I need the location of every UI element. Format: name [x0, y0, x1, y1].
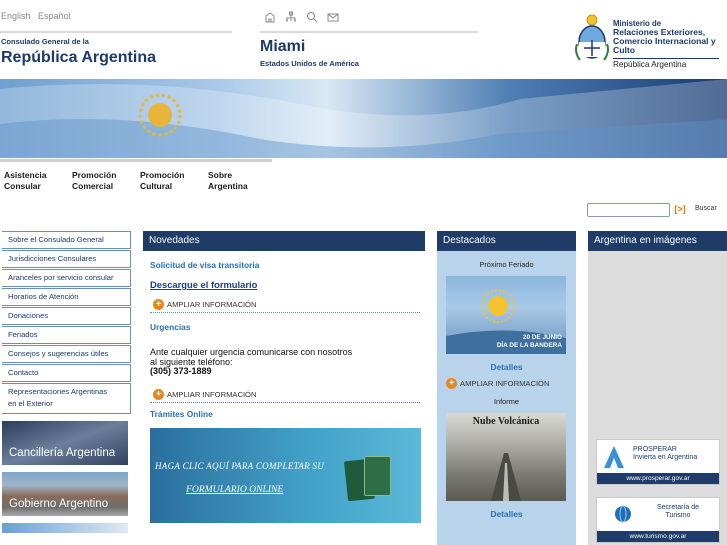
globe-icon [615, 505, 631, 523]
home-icon[interactable] [264, 11, 276, 23]
prosperar-banner[interactable]: PROSPERAR Invierta en Argentina www.prosp… [596, 439, 720, 485]
download-form-link[interactable]: Descargue el formulario [150, 279, 425, 290]
detalles-link-2[interactable]: Detalles [437, 509, 576, 519]
novedades-column: Novedades Solicitud de visa transitoria … [143, 231, 425, 523]
prosperar-url: www.prosperar.gov.ar [597, 473, 719, 484]
header-divider-left [0, 31, 232, 33]
plus-icon: + [446, 378, 457, 389]
plus-icon: + [153, 299, 164, 310]
sidebar-item-horarios[interactable]: Horarios de Atención [2, 288, 131, 306]
imagenes-heading: Argentina en imágenes [588, 231, 727, 251]
sidebar-item-consejos[interactable]: Consejos y sugerencias útiles [2, 345, 131, 363]
urgencias-subheading: Urgencias [150, 322, 191, 332]
ministry-name: Ministerio de Relaciones Exteriores, Com… [613, 19, 727, 69]
phone-number: (305) 373-1889 [150, 366, 212, 377]
search-icon[interactable] [306, 11, 318, 23]
language-switcher: English Español [1, 11, 76, 21]
turismo-url: www.turismo.gov.ar [597, 531, 719, 542]
top-navigation: Asistencia Consular Promoción Comercial Pr… [0, 159, 272, 192]
sidebar-item-aranceles[interactable]: Aranceles por servicio consular [2, 269, 131, 287]
coat-of-arms-icon [575, 14, 609, 61]
ampliar-info-link-3[interactable]: + AMPLIAR INFORMACIÓN [446, 378, 576, 389]
cancilleria-link-image[interactable]: Cancillería Argentina [2, 421, 128, 465]
nav-promocion-cultural[interactable]: Promoción Cultural [136, 159, 204, 192]
language-english-link[interactable]: English [1, 11, 31, 21]
language-spanish-link[interactable]: Español [38, 11, 71, 21]
prosperar-logo-icon [604, 446, 624, 468]
tramites-subheading: Trámites Online [150, 408, 213, 419]
dotted-divider [150, 312, 420, 313]
flag-banner-image [0, 79, 727, 158]
top-utility-icons [264, 11, 339, 23]
gobierno-link-image[interactable]: Gobierno Argentino [2, 472, 128, 516]
consulate-subtitle: Consulado General de la [1, 37, 89, 46]
sidebar-item-feriados[interactable]: Feriados [2, 326, 131, 344]
passport-icon [364, 455, 391, 496]
search-go-button[interactable]: [>] [673, 203, 687, 216]
sidebar-item-jurisdicciones[interactable]: Jurisdicciones Consulares [2, 250, 131, 268]
imagenes-column: Argentina en imágenes PROSPERAR Invierta … [588, 231, 727, 545]
urgencias-text: Ante cualquier urgencia comunicarse con … [150, 347, 353, 377]
detalles-link-1[interactable]: Detalles [437, 362, 576, 372]
volcanic-cloud-image[interactable]: Nube Volcánica [446, 413, 566, 501]
online-form-banner[interactable]: HAGA CLIC AQUÍ PARA COMPLETAR SU FORMULA… [150, 427, 421, 523]
search-input[interactable] [587, 203, 670, 217]
nav-promocion-comercial[interactable]: Promoción Comercial [68, 159, 136, 192]
sitemap-icon[interactable] [285, 11, 297, 23]
destacados-heading: Destacados [437, 231, 576, 251]
nav-sobre-argentina[interactable]: Sobre Argentina [204, 159, 272, 192]
sidebar-item-contacto[interactable]: Contacto [2, 364, 131, 382]
ampliar-info-link[interactable]: + AMPLIAR INFORMACIÓN [153, 299, 425, 310]
city-subtitle: Estados Unidos de América [260, 59, 359, 68]
turismo-banner[interactable]: Secretaría de Turismo www.turismo.gov.ar [596, 497, 720, 543]
sidebar-item-representaciones[interactable]: Representaciones Argentinas en el Exterio… [2, 383, 131, 414]
ministry-logo[interactable]: Ministerio de Relaciones Exteriores, Com… [574, 12, 727, 69]
novedades-heading: Novedades [143, 231, 425, 251]
mail-icon[interactable] [327, 11, 339, 23]
sidebar-item-donaciones[interactable]: Donaciones [2, 307, 131, 325]
visa-subheading: Solicitud de visa transitoria [150, 260, 260, 270]
sidebar-partial-image[interactable] [2, 523, 128, 533]
header-divider-center [260, 31, 478, 33]
ministry-country: República Argentina [613, 58, 719, 69]
sidebar-item-sobre-consulado[interactable]: Sobre el Consulado General [2, 231, 131, 249]
city-title: Miami [260, 38, 306, 55]
destacados-column: Destacados Próximo Feriado 20 DE JUNIO DÍ… [437, 231, 576, 545]
consulate-title[interactable]: República Argentina [1, 49, 156, 67]
search-button[interactable]: Buscar [695, 205, 717, 212]
nav-asistencia-consular[interactable]: Asistencia Consular [0, 159, 68, 192]
plus-icon: + [153, 388, 164, 400]
flag-day-image[interactable]: 20 DE JUNIO DÍA DE LA BANDERA [446, 276, 566, 354]
proximo-feriado-label: Próximo Feriado [479, 260, 534, 269]
dotted-divider [150, 401, 420, 403]
ampliar-info-link-2[interactable]: + AMPLIAR INFORMACIÓN [153, 388, 425, 400]
sidebar-menu: Sobre el Consulado General Jurisdiccione… [2, 231, 131, 533]
informe-label: Informe [493, 397, 520, 406]
